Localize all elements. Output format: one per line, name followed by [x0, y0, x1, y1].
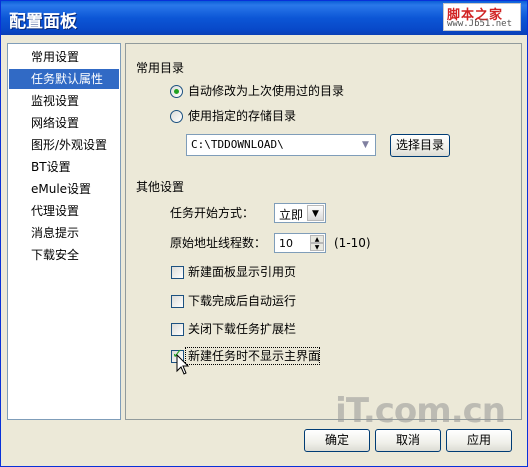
settings-panel: 常用目录 自动修改为上次使用过的目录 使用指定的存储目录 C:\TDDOWNLO… — [125, 43, 522, 420]
apply-button[interactable]: 应用 — [446, 429, 512, 452]
sidebar-item-common[interactable]: 常用设置 — [9, 47, 119, 67]
sidebar-item-task-default[interactable]: 任务默认属性 — [9, 69, 119, 89]
sidebar-item-emule[interactable]: eMule设置 — [9, 179, 119, 199]
section-title-other: 其他设置 — [136, 180, 185, 194]
threads-label: 原始地址线程数： — [170, 236, 267, 250]
radio-auto-directory-label[interactable]: 自动修改为上次使用过的目录 — [188, 84, 344, 98]
radio-selected-dot-icon — [174, 89, 179, 94]
settings-category-list[interactable]: 常用设置 任务默认属性 监视设置 网络设置 图形/外观设置 BT设置 eMule… — [7, 43, 121, 420]
directory-path-combo[interactable]: C:\TDDOWNLOAD\ ▼ — [186, 134, 376, 156]
checkbox-hide-main-window-label[interactable]: 新建任务时不显示主界面 — [188, 349, 320, 363]
sidebar-item-appearance[interactable]: 图形/外观设置 — [9, 135, 119, 155]
title-bar: 配置面板 脚本之家 www.Jb51.net — [1, 1, 527, 35]
config-panel-window: 配置面板 脚本之家 www.Jb51.net 常用设置 任务默认属性 监视设置 … — [0, 0, 528, 467]
radio-specified-directory[interactable] — [170, 110, 183, 123]
radio-auto-directory[interactable] — [170, 85, 183, 98]
site-watermark-top: 脚本之家 www.Jb51.net — [443, 3, 521, 31]
start-mode-label: 任务开始方式： — [170, 206, 255, 220]
start-mode-select[interactable]: 立即 ▼ — [274, 203, 326, 223]
chevron-down-icon[interactable]: ▼ — [357, 136, 374, 154]
threads-stepper[interactable]: 10 ▲ ▼ — [274, 233, 326, 253]
checkbox-auto-run[interactable] — [171, 295, 184, 308]
sidebar-item-notification[interactable]: 消息提示 — [9, 223, 119, 243]
watermark-site-url: www.Jb51.net — [447, 19, 513, 29]
sidebar-item-download-security[interactable]: 下载安全 — [9, 245, 119, 265]
sidebar-item-network[interactable]: 网络设置 — [9, 113, 119, 133]
checkbox-close-extension-bar[interactable] — [171, 323, 184, 336]
threads-value[interactable]: 10 — [279, 237, 293, 250]
threads-range-hint: (1-10) — [334, 236, 371, 250]
sidebar-item-proxy[interactable]: 代理设置 — [9, 201, 119, 221]
spin-up-icon[interactable]: ▲ — [310, 235, 324, 243]
sidebar-item-monitor[interactable]: 监视设置 — [9, 91, 119, 111]
sidebar-item-bt[interactable]: BT设置 — [9, 157, 119, 177]
start-mode-value: 立即 — [279, 208, 304, 222]
window-title: 配置面板 — [9, 12, 77, 32]
section-title-directory: 常用目录 — [136, 61, 185, 75]
spin-down-icon[interactable]: ▼ — [310, 243, 324, 251]
checkbox-close-extension-bar-label[interactable]: 关闭下载任务扩展栏 — [188, 322, 296, 336]
chevron-down-icon[interactable]: ▼ — [307, 205, 324, 221]
radio-specified-directory-label[interactable]: 使用指定的存储目录 — [188, 109, 296, 123]
checkbox-show-referrer-label[interactable]: 新建面板显示引用页 — [188, 265, 296, 279]
directory-path-value: C:\TDDOWNLOAD\ — [191, 138, 284, 151]
checkbox-show-referrer[interactable] — [171, 266, 184, 279]
site-watermark-bottom: iT.com.cn — [335, 391, 506, 431]
pointer-cursor-icon — [176, 354, 190, 375]
ok-button[interactable]: 确定 — [304, 429, 370, 452]
choose-directory-button[interactable]: 选择目录 — [390, 134, 450, 157]
checkbox-auto-run-label[interactable]: 下载完成后自动运行 — [188, 294, 296, 308]
cancel-button[interactable]: 取消 — [375, 429, 441, 452]
